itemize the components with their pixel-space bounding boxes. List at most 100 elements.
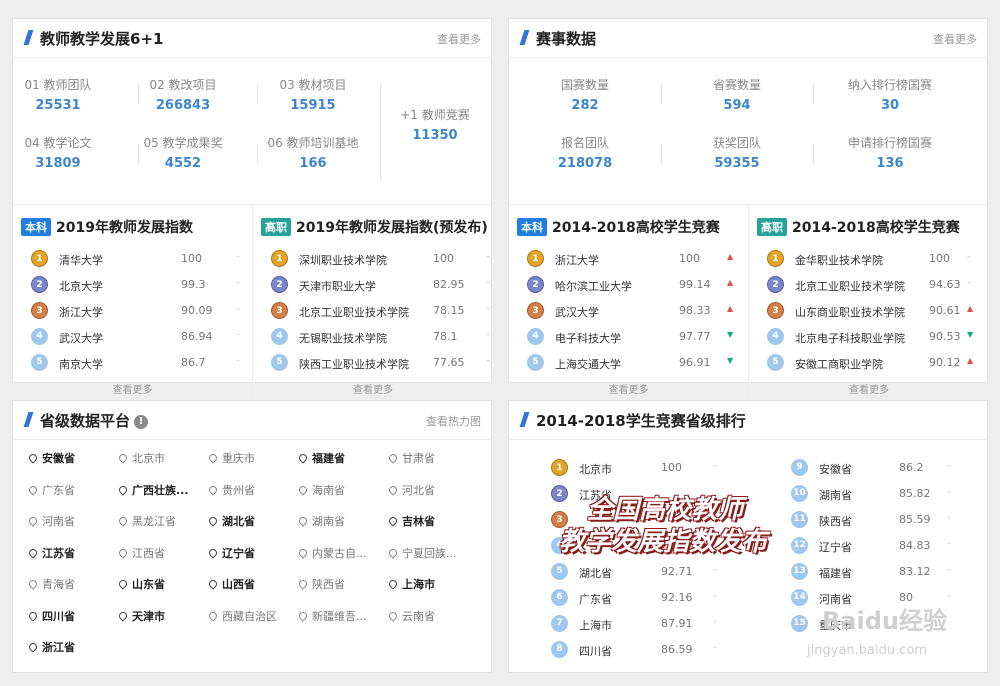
province-rank-row[interactable]: 7 上海市 87.91 – (551, 614, 751, 634)
rank-name[interactable]: 北京大学 (59, 278, 103, 294)
rank-name[interactable]: 金华职业技术学院 (795, 252, 883, 268)
rank-name[interactable]: 深圳职业技术学院 (299, 252, 387, 268)
province-rank-name[interactable]: 上海市 (579, 617, 612, 633)
rank-more-link[interactable]: 查看更多 (253, 381, 493, 396)
province-link[interactable]: 四川省 (27, 608, 75, 624)
rank-name[interactable]: 山东商业职业技术学院 (795, 304, 905, 320)
province-rank-name[interactable]: 安徽省 (819, 461, 852, 477)
rank-row[interactable]: 1 金华职业技术学院 100 – (767, 249, 982, 269)
info-icon[interactable]: ! (134, 414, 149, 429)
province-link[interactable]: 湖北省 (207, 513, 255, 529)
province-rank-name[interactable]: 四川省 (579, 643, 612, 659)
province-link[interactable]: 内蒙古自... (297, 545, 367, 561)
rank-row[interactable]: 1 浙江大学 100 ▲ (527, 249, 742, 269)
province-link[interactable]: 河南省 (27, 513, 75, 529)
province-rank-name[interactable]: 福建省 (819, 565, 852, 581)
province-rank-row[interactable]: 9 安徽省 86.2 – (791, 458, 991, 478)
rank-row[interactable]: 2 哈尔滨工业大学 99.14 ▲ (527, 275, 742, 295)
rank-name[interactable]: 安徽工商职业学院 (795, 356, 883, 372)
province-link[interactable]: 贵州省 (207, 482, 255, 498)
province-rank-row[interactable]: 13 福建省 83.12 – (791, 562, 991, 582)
province-link[interactable]: 安徽省 (27, 450, 75, 466)
province-link[interactable]: 江西省 (117, 545, 165, 561)
province-link[interactable]: 西藏自治区 (207, 608, 277, 624)
rank-row[interactable]: 1 清华大学 100 – (31, 249, 246, 269)
rank-row[interactable]: 3 山东商业职业技术学院 90.61 ▲ (767, 301, 982, 321)
province-rank-name[interactable]: 湖南省 (819, 487, 852, 503)
province-rank-row[interactable]: 12 辽宁省 84.83 – (791, 536, 991, 556)
province-link[interactable]: 上海市 (387, 576, 435, 592)
province-rank-name[interactable]: 辽宁省 (819, 539, 852, 555)
rank-row[interactable]: 4 无锡职业技术学院 78.1 – (271, 327, 490, 347)
province-link[interactable]: 广西壮族... (117, 482, 189, 498)
rank-row[interactable]: 3 武汉大学 98.33 ▲ (527, 301, 742, 321)
province-link[interactable]: 吉林省 (387, 513, 435, 529)
province-rank-row[interactable]: 5 湖北省 92.71 – (551, 562, 751, 582)
rank-name[interactable]: 清华大学 (59, 252, 103, 268)
province-link[interactable]: 河北省 (387, 482, 435, 498)
province-link[interactable]: 广东省 (27, 482, 75, 498)
rank-name[interactable]: 电子科技大学 (555, 330, 621, 346)
rank-name[interactable]: 陕西工业职业技术学院 (299, 356, 409, 372)
rank-row[interactable]: 2 天津市职业大学 82.95 – (271, 275, 490, 295)
province-link[interactable]: 山西省 (207, 576, 255, 592)
rank-name[interactable]: 上海交通大学 (555, 356, 621, 372)
province-rank-row[interactable]: 10 湖南省 85.82 – (791, 484, 991, 504)
province-rank-row[interactable]: 6 广东省 92.16 – (551, 588, 751, 608)
province-link[interactable]: 云南省 (387, 608, 435, 624)
province-link[interactable]: 甘肃省 (387, 450, 435, 466)
rank-row[interactable]: 3 北京工业职业技术学院 78.15 – (271, 301, 490, 321)
province-rank-row[interactable]: 1 北京市 100 – (551, 458, 751, 478)
province-link[interactable]: 青海省 (27, 576, 75, 592)
province-rank-row[interactable]: 8 四川省 86.59 – (551, 640, 751, 660)
province-link[interactable]: 福建省 (297, 450, 345, 466)
province-rank-row[interactable]: 11 陕西省 85.59 – (791, 510, 991, 530)
province-rank-name[interactable]: 广东省 (579, 591, 612, 607)
heatmap-link[interactable]: 查看热力图 (426, 413, 481, 429)
province-link[interactable]: 黑龙江省 (117, 513, 176, 529)
rank-row[interactable]: 5 陕西工业职业技术学院 77.65 – (271, 353, 490, 373)
province-link[interactable]: 陕西省 (297, 576, 345, 592)
rank-name[interactable]: 北京电子科技职业学院 (795, 330, 905, 346)
rank-row[interactable]: 5 上海交通大学 96.91 ▼ (527, 353, 742, 373)
rank-more-link[interactable]: 查看更多 (509, 381, 748, 396)
rank-more-link[interactable]: 查看更多 (13, 381, 252, 396)
rank-row[interactable]: 5 南京大学 86.7 – (31, 353, 246, 373)
rank-row[interactable]: 4 北京电子科技职业学院 90.53 ▼ (767, 327, 982, 347)
contest-more-link[interactable]: 查看更多 (933, 31, 977, 47)
rank-name[interactable]: 武汉大学 (59, 330, 103, 346)
rank-row[interactable]: 4 武汉大学 86.94 – (31, 327, 246, 347)
rank-name[interactable]: 哈尔滨工业大学 (555, 278, 632, 294)
province-link[interactable]: 江苏省 (27, 545, 75, 561)
rank-medal-icon: 4 (271, 328, 288, 345)
province-link[interactable]: 天津市 (117, 608, 165, 624)
province-rank-name[interactable]: 湖北省 (579, 565, 612, 581)
province-rank-name[interactable]: 陕西省 (819, 513, 852, 529)
province-link[interactable]: 重庆市 (207, 450, 255, 466)
province-link[interactable]: 湖南省 (297, 513, 345, 529)
teacher-more-link[interactable]: 查看更多 (437, 31, 481, 47)
rank-name[interactable]: 无锡职业技术学院 (299, 330, 387, 346)
province-link[interactable]: 浙江省 (27, 639, 75, 655)
province-rank-name[interactable]: 北京市 (579, 461, 612, 477)
rank-name[interactable]: 天津市职业大学 (299, 278, 376, 294)
rank-name[interactable]: 北京工业职业技术学院 (795, 278, 905, 294)
province-link[interactable]: 海南省 (297, 482, 345, 498)
rank-name[interactable]: 北京工业职业技术学院 (299, 304, 409, 320)
rank-name[interactable]: 浙江大学 (59, 304, 103, 320)
rank-name[interactable]: 南京大学 (59, 356, 103, 372)
rank-row[interactable]: 2 北京大学 99.3 – (31, 275, 246, 295)
rank-row[interactable]: 4 电子科技大学 97.77 ▼ (527, 327, 742, 347)
rank-name[interactable]: 武汉大学 (555, 304, 599, 320)
province-link[interactable]: 新疆维吾... (297, 608, 367, 624)
rank-row[interactable]: 5 安徽工商职业学院 90.12 ▲ (767, 353, 982, 373)
rank-row[interactable]: 3 浙江大学 90.09 – (31, 301, 246, 321)
province-link[interactable]: 山东省 (117, 576, 165, 592)
rank-more-link[interactable]: 查看更多 (749, 381, 989, 396)
rank-row[interactable]: 2 北京工业职业技术学院 94.63– (767, 275, 982, 295)
province-link[interactable]: 北京市 (117, 450, 165, 466)
province-link[interactable]: 辽宁省 (207, 545, 255, 561)
rank-name[interactable]: 浙江大学 (555, 252, 599, 268)
province-link[interactable]: 宁夏回族... (387, 545, 457, 561)
rank-row[interactable]: 1 深圳职业技术学院 100 – (271, 249, 490, 269)
